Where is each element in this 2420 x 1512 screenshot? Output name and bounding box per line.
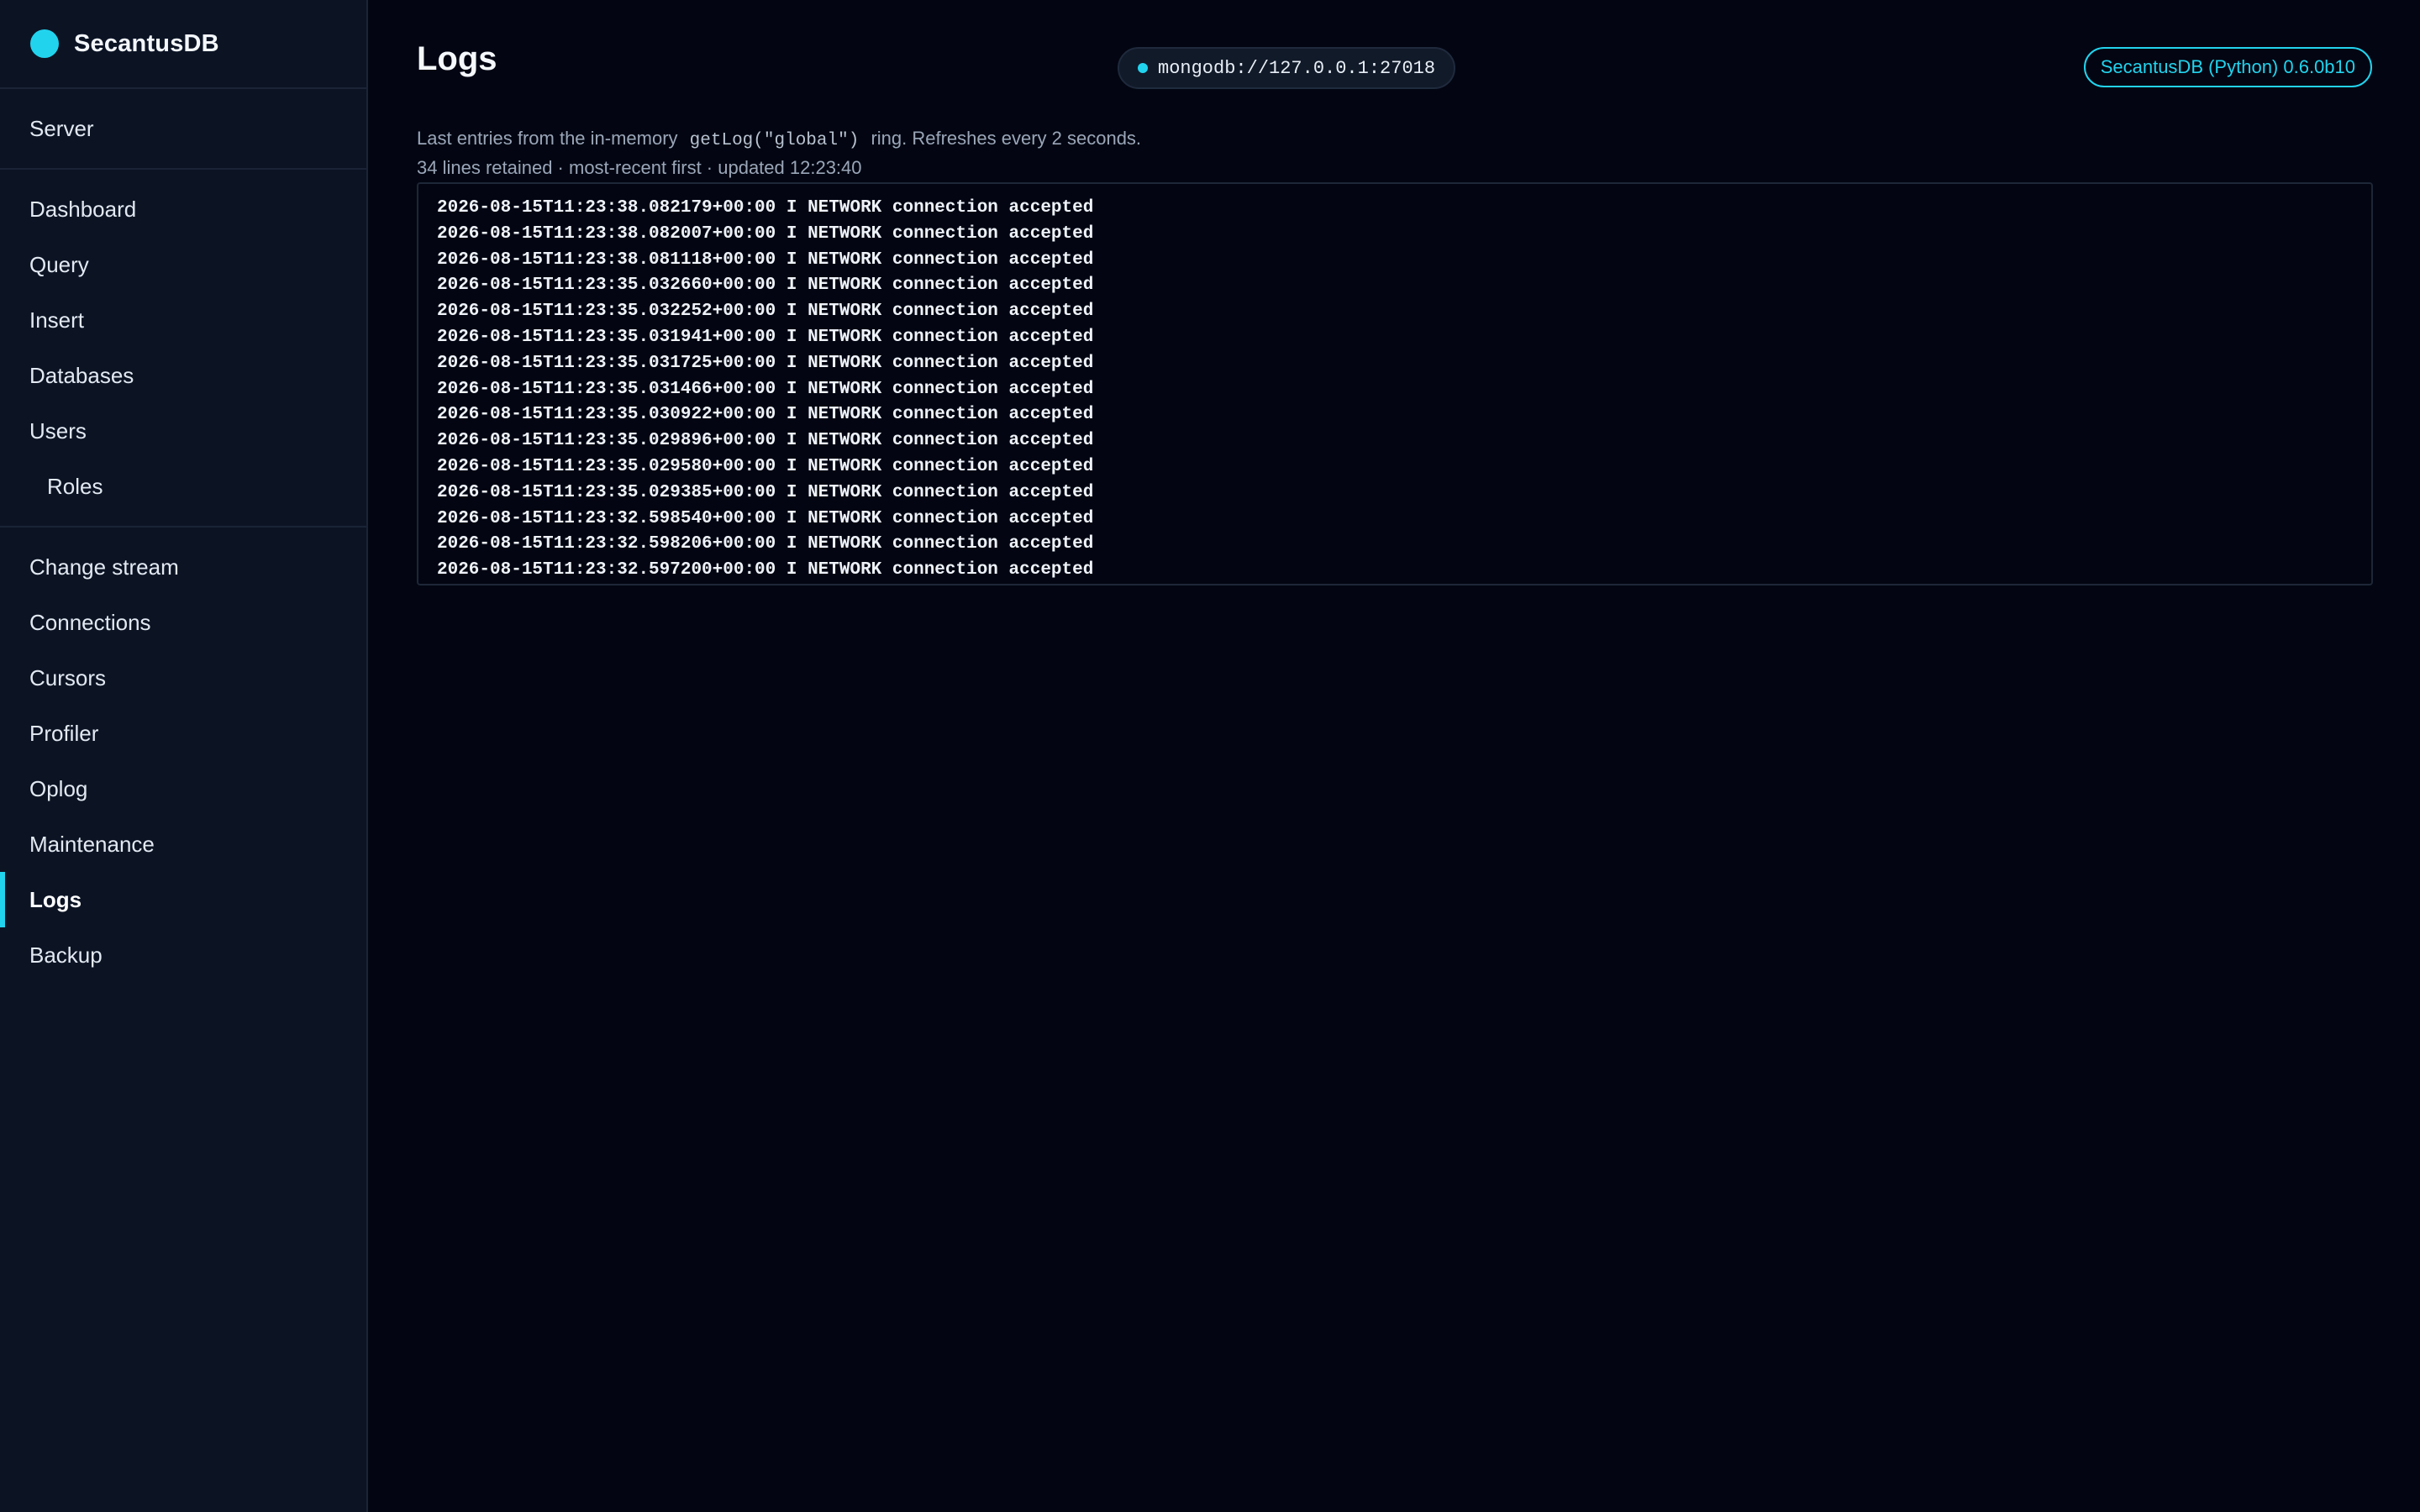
version-badge: SecantusDB (Python) 0.6.0b10 xyxy=(2083,47,2372,87)
sidebar-item-server[interactable]: Server xyxy=(0,101,366,156)
sidebar: SecantusDB Server Dashboard Query Insert… xyxy=(0,0,368,1512)
sidebar-item-cursors[interactable]: Cursors xyxy=(0,650,366,706)
connection-status-icon xyxy=(1138,63,1148,73)
log-line: 2026-08-15T11:23:38.081118+00:00 I NETWO… xyxy=(437,249,1094,270)
description-suffix: ring. Refreshes every 2 seconds. xyxy=(871,128,1142,149)
sidebar-item-maintenance[interactable]: Maintenance xyxy=(0,816,366,872)
description-code: getLog("global") xyxy=(689,131,860,150)
log-meta: 34 lines retained · most-recent first · … xyxy=(417,157,862,178)
sidebar-item-dashboard[interactable]: Dashboard xyxy=(0,181,366,237)
main-content: Logs mongodb://127.0.0.1:27018 SecantusD… xyxy=(368,0,2420,1512)
log-line: 2026-08-15T11:23:32.597200+00:00 I NETWO… xyxy=(437,560,1094,580)
log-line: 2026-08-15T11:23:35.030922+00:00 I NETWO… xyxy=(437,405,1094,425)
sidebar-item-query[interactable]: Query xyxy=(0,237,366,292)
connection-indicator: mongodb://127.0.0.1:27018 xyxy=(1118,47,1456,89)
log-line: 2026-08-15T11:23:35.029385+00:00 I NETWO… xyxy=(437,482,1094,502)
log-line: 2026-08-15T11:23:32.598206+00:00 I NETWO… xyxy=(437,534,1094,554)
sidebar-item-change-stream[interactable]: Change stream xyxy=(0,539,366,595)
log-line: 2026-08-15T11:23:35.031941+00:00 I NETWO… xyxy=(437,327,1094,347)
brand[interactable]: SecantusDB xyxy=(0,0,366,89)
brand-logo-icon xyxy=(30,29,59,58)
log-line: 2026-08-15T11:23:38.082007+00:00 I NETWO… xyxy=(437,223,1094,244)
connection-uri: mongodb://127.0.0.1:27018 xyxy=(1158,57,1436,79)
log-output[interactable]: 2026-08-15T11:23:38.082179+00:00 I NETWO… xyxy=(417,182,2373,585)
sidebar-item-backup[interactable]: Backup xyxy=(0,927,366,983)
nav-group-data: Dashboard Query Insert Databases Users R… xyxy=(0,170,366,528)
page-title: Logs xyxy=(417,40,497,77)
log-line: 2026-08-15T11:23:35.032252+00:00 I NETWO… xyxy=(437,302,1094,322)
log-line: 2026-08-15T11:23:35.031725+00:00 I NETWO… xyxy=(437,353,1094,373)
sidebar-item-users[interactable]: Users xyxy=(0,403,366,459)
sidebar-item-insert[interactable]: Insert xyxy=(0,292,366,348)
log-line: 2026-08-15T11:23:38.082179+00:00 I NETWO… xyxy=(437,198,1094,218)
log-line: 2026-08-15T11:23:35.029580+00:00 I NETWO… xyxy=(437,456,1094,476)
nav-group-server: Server xyxy=(0,89,366,170)
page-description: Last entries from the in-memory getLog("… xyxy=(417,128,1141,150)
sidebar-item-roles[interactable]: Roles xyxy=(0,459,366,514)
app-window: SecantusDB Server Dashboard Query Insert… xyxy=(0,0,2420,1512)
log-line: 2026-08-15T11:23:35.031466+00:00 I NETWO… xyxy=(437,379,1094,399)
description-prefix: Last entries from the in-memory xyxy=(417,128,678,149)
log-line: 2026-08-15T11:23:35.032660+00:00 I NETWO… xyxy=(437,276,1094,296)
sidebar-item-profiler[interactable]: Profiler xyxy=(0,706,366,761)
sidebar-item-databases[interactable]: Databases xyxy=(0,348,366,403)
sidebar-item-oplog[interactable]: Oplog xyxy=(0,761,366,816)
log-line: 2026-08-15T11:23:35.029896+00:00 I NETWO… xyxy=(437,431,1094,451)
sidebar-item-logs[interactable]: Logs xyxy=(0,872,366,927)
nav-group-ops: Change stream Connections Cursors Profil… xyxy=(0,528,366,995)
sidebar-item-connections[interactable]: Connections xyxy=(0,595,366,650)
brand-name: SecantusDB xyxy=(74,29,219,57)
log-line: 2026-08-15T11:23:32.598540+00:00 I NETWO… xyxy=(437,508,1094,528)
